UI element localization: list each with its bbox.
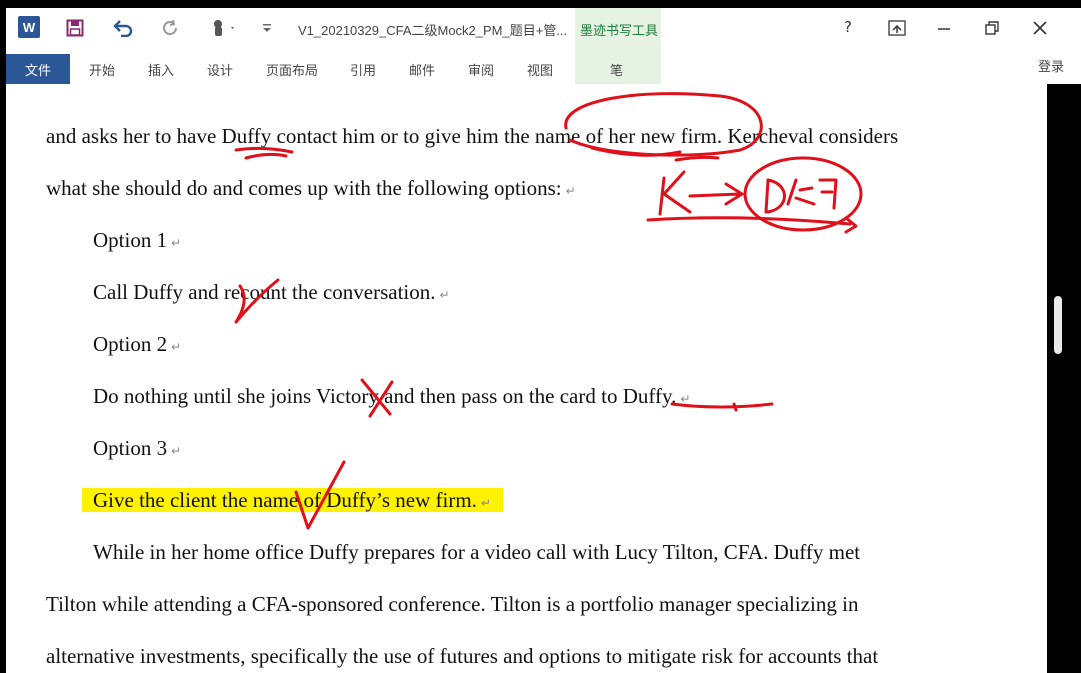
option-1-body-text: Call Duffy and recount the conversation.	[93, 280, 436, 304]
paragraph-mark: ↵	[171, 444, 182, 458]
option-3-heading: Option 3 ↵	[93, 436, 181, 461]
doc-line-11: alternative investments, specifically th…	[46, 644, 879, 668]
option-1-body: Call Duffy and recount the conversation.…	[93, 280, 450, 305]
undo-icon[interactable]	[110, 14, 136, 42]
tab-file[interactable]: 文件	[6, 54, 70, 84]
screen-edge-left	[0, 0, 6, 673]
paragraph-mark: ↵	[439, 288, 450, 302]
tab-page-layout[interactable]: 页面布局	[266, 60, 318, 79]
option-1-heading: Option 1 ↵	[93, 228, 181, 253]
word-app-icon[interactable]: W	[18, 16, 40, 38]
doc-line-2: what she should do and comes up with the…	[46, 176, 576, 201]
save-icon[interactable]	[62, 14, 88, 42]
paragraph-mark: ↵	[171, 236, 182, 250]
doc-line-10: Tilton while attending a CFA-sponsored c…	[46, 592, 859, 616]
paragraph-mark: ↵	[565, 184, 576, 198]
option-3-body: Give the client the name of Duffy’s new …	[82, 488, 503, 513]
tab-home[interactable]: 开始	[89, 60, 115, 79]
touch-mode-icon[interactable]	[206, 14, 240, 42]
tab-design[interactable]: 设计	[207, 60, 233, 79]
ribbon-display-icon[interactable]	[885, 14, 909, 42]
tab-pen[interactable]: 笔	[610, 60, 623, 79]
close-icon[interactable]	[1028, 14, 1052, 42]
tab-review[interactable]: 审阅	[468, 60, 494, 79]
scrollbar-thumb[interactable]	[1054, 296, 1062, 354]
ink-tools-context-title: 墨迹书写工具	[580, 23, 659, 38]
help-button[interactable]: ?	[844, 18, 852, 36]
sign-in-link[interactable]: 登录	[1038, 56, 1064, 75]
option-2-body-text: Do nothing until she joins Victory and t…	[93, 384, 677, 408]
doc-line-2-text: what she should do and comes up with the…	[46, 176, 562, 200]
vertical-scrollbar[interactable]	[1047, 84, 1067, 673]
option-3-body-text: Give the client the name of Duffy’s new …	[93, 488, 477, 512]
tab-mailings[interactable]: 邮件	[409, 60, 435, 79]
highlighted-text: Give the client the name of Duffy’s new …	[82, 488, 503, 512]
option-1-text: Option 1	[93, 228, 168, 252]
tab-insert[interactable]: 插入	[148, 60, 174, 79]
customize-qat-icon[interactable]	[258, 14, 276, 42]
option-2-body: Do nothing until she joins Victory and t…	[93, 384, 690, 409]
paragraph-mark: ↵	[680, 392, 691, 406]
tab-view[interactable]: 视图	[527, 60, 553, 79]
redo-icon[interactable]	[158, 14, 184, 42]
tab-references[interactable]: 引用	[350, 60, 376, 79]
paragraph-mark: ↵	[171, 340, 182, 354]
option-2-text: Option 2	[93, 332, 168, 356]
paragraph-mark: ↵	[480, 496, 491, 510]
document-page[interactable]: and asks her to have Duffy contact him o…	[6, 84, 1047, 673]
minimize-icon[interactable]	[932, 14, 956, 42]
screen-edge-top	[0, 0, 1081, 8]
window-edge	[1067, 84, 1081, 673]
doc-line-9: While in her home office Duffy prepares …	[93, 540, 861, 564]
option-2-heading: Option 2 ↵	[93, 332, 181, 357]
restore-icon[interactable]	[980, 14, 1004, 42]
doc-line-1: and asks her to have Duffy contact him o…	[46, 124, 899, 148]
option-3-text: Option 3	[93, 436, 168, 460]
document-title: V1_20210329_CFA二级Mock2_PM_题目+管...	[298, 23, 568, 38]
